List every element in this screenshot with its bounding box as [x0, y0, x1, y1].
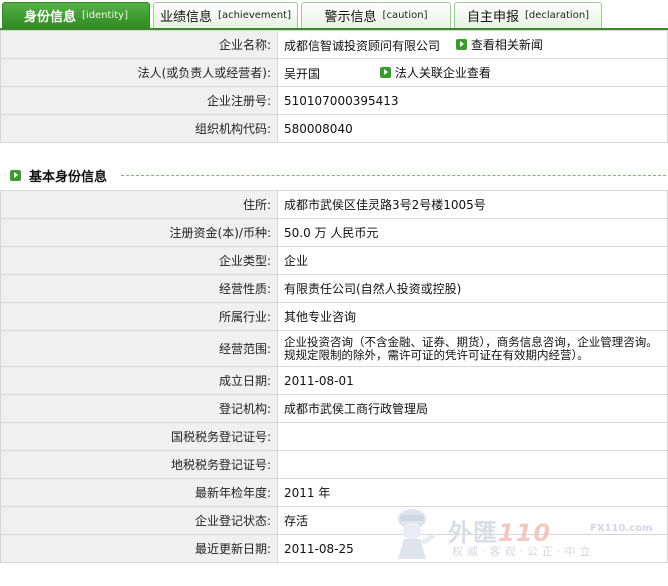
- industry-label: 所属行业:: [0, 302, 278, 331]
- table-row: 企业名称: 成都信智诚投资顾问有限公司 查看相关新闻: [0, 30, 668, 59]
- annual-check-value: 2011 年: [277, 478, 668, 507]
- table-row: 经营性质: 有限责任公司(自然人投资或控股): [0, 274, 668, 303]
- org-code-label: 组织机构代码:: [0, 114, 278, 143]
- reg-status-value: 存活: [277, 506, 668, 535]
- tab-achievement[interactable]: 业绩信息 [achievement]: [153, 2, 298, 28]
- legal-related-link[interactable]: 法人关联企业查看: [379, 64, 491, 81]
- business-nature-value: 有限责任公司(自然人投资或控股): [277, 274, 668, 303]
- table-row: 所属行业: 其他专业咨询: [0, 302, 668, 331]
- table-row: 企业登记状态: 存活: [0, 506, 668, 535]
- registry-value: 成都市武侯工商行政管理局: [277, 394, 668, 423]
- tab-label: 身份信息: [24, 10, 77, 25]
- business-nature-label: 经营性质:: [0, 274, 278, 303]
- table-row: 登记机构: 成都市武侯工商行政管理局: [0, 394, 668, 423]
- org-code-value: 580008040: [277, 114, 668, 143]
- table-row: 企业注册号: 510107000395413: [0, 86, 668, 115]
- national-tax-value: [277, 422, 668, 451]
- reg-status-label: 企业登记状态:: [0, 506, 278, 535]
- arrow-right-icon: [10, 169, 21, 181]
- legal-person-label: 法人(或负责人或经营者):: [0, 58, 278, 87]
- section-header: 基本身份信息: [0, 164, 668, 186]
- local-tax-label: 地税税务登记证号:: [0, 450, 278, 479]
- company-name-value: 成都信智诚投资顾问有限公司: [284, 38, 441, 53]
- business-scope-value: 企业投资咨询（不含金融、证券、期货），商务信息咨询，企业管理咨询。规规定限制的除…: [277, 330, 668, 367]
- reg-no-value: 510107000395413: [277, 86, 668, 115]
- arrow-right-icon: [379, 66, 391, 78]
- basic-info-table: 住所: 成都市武侯区佳灵路3号2号楼1005号 注册资金(本)/币种: 50.0 万…: [0, 190, 668, 563]
- registry-label: 登记机构:: [0, 394, 278, 423]
- table-row: 国税税务登记证号:: [0, 422, 668, 451]
- tab-label-en: [identity]: [82, 10, 128, 21]
- capital-label: 注册资金(本)/币种:: [0, 218, 278, 247]
- company-type-label: 企业类型:: [0, 246, 278, 275]
- section-divider: [121, 174, 666, 176]
- capital-value: 50.0 万 人民币元: [277, 218, 668, 247]
- table-row: 地税税务登记证号:: [0, 450, 668, 479]
- table-row: 住所: 成都市武侯区佳灵路3号2号楼1005号: [0, 190, 668, 219]
- business-scope-label: 经营范围:: [0, 330, 278, 367]
- tab-declaration[interactable]: 自主申报 [declaration]: [454, 2, 602, 28]
- legal-person-cell: 吴开国 法人关联企业查看: [277, 58, 668, 87]
- updated-date-value: 2011-08-25: [277, 534, 668, 563]
- identity-table: 企业名称: 成都信智诚投资顾问有限公司 查看相关新闻 法人(或负责人或经营者):…: [0, 30, 668, 143]
- arrow-right-icon: [455, 38, 467, 50]
- company-name-cell: 成都信智诚投资顾问有限公司 查看相关新闻: [277, 30, 668, 59]
- table-row: 注册资金(本)/币种: 50.0 万 人民币元: [0, 218, 668, 247]
- legal-person-value: 吴开国: [284, 66, 321, 81]
- tab-label: 警示信息: [324, 10, 377, 25]
- tab-caution[interactable]: 警示信息 [caution]: [301, 2, 451, 28]
- tab-identity[interactable]: 身份信息 [identity]: [2, 2, 150, 28]
- table-row: 组织机构代码: 580008040: [0, 114, 668, 143]
- national-tax-label: 国税税务登记证号:: [0, 422, 278, 451]
- table-row: 法人(或负责人或经营者): 吴开国 法人关联企业查看: [0, 58, 668, 87]
- tab-label-en: [caution]: [382, 10, 428, 21]
- table-row: 最新年检年度: 2011 年: [0, 478, 668, 507]
- founded-date-value: 2011-08-01: [277, 366, 668, 395]
- updated-date-label: 最近更新日期:: [0, 534, 278, 563]
- section-title: 基本身份信息: [29, 169, 108, 185]
- legal-related-link-label: 法人关联企业查看: [394, 65, 491, 80]
- view-news-link[interactable]: 查看相关新闻: [455, 36, 543, 53]
- table-row: 企业类型: 企业: [0, 246, 668, 275]
- address-label: 住所:: [0, 190, 278, 219]
- tab-bar: 身份信息 [identity] 业绩信息 [achievement] 警示信息 [ca…: [0, 0, 668, 30]
- table-row: 经营范围: 企业投资咨询（不含金融、证券、期货），商务信息咨询，企业管理咨询。规规…: [0, 330, 668, 367]
- address-value: 成都市武侯区佳灵路3号2号楼1005号: [277, 190, 668, 219]
- tab-label-en: [achievement]: [218, 10, 291, 21]
- annual-check-label: 最新年检年度:: [0, 478, 278, 507]
- tab-label: 自主申报: [466, 10, 519, 25]
- tab-label-en: [declaration]: [524, 10, 590, 21]
- table-row: 最近更新日期: 2011-08-25: [0, 534, 668, 563]
- company-name-label: 企业名称:: [0, 30, 278, 59]
- company-type-value: 企业: [277, 246, 668, 275]
- view-news-link-label: 查看相关新闻: [470, 37, 543, 52]
- table-row: 成立日期: 2011-08-01: [0, 366, 668, 395]
- tab-label: 业绩信息: [160, 10, 213, 25]
- reg-no-label: 企业注册号:: [0, 86, 278, 115]
- industry-value: 其他专业咨询: [277, 302, 668, 331]
- founded-date-label: 成立日期:: [0, 366, 278, 395]
- local-tax-value: [277, 450, 668, 479]
